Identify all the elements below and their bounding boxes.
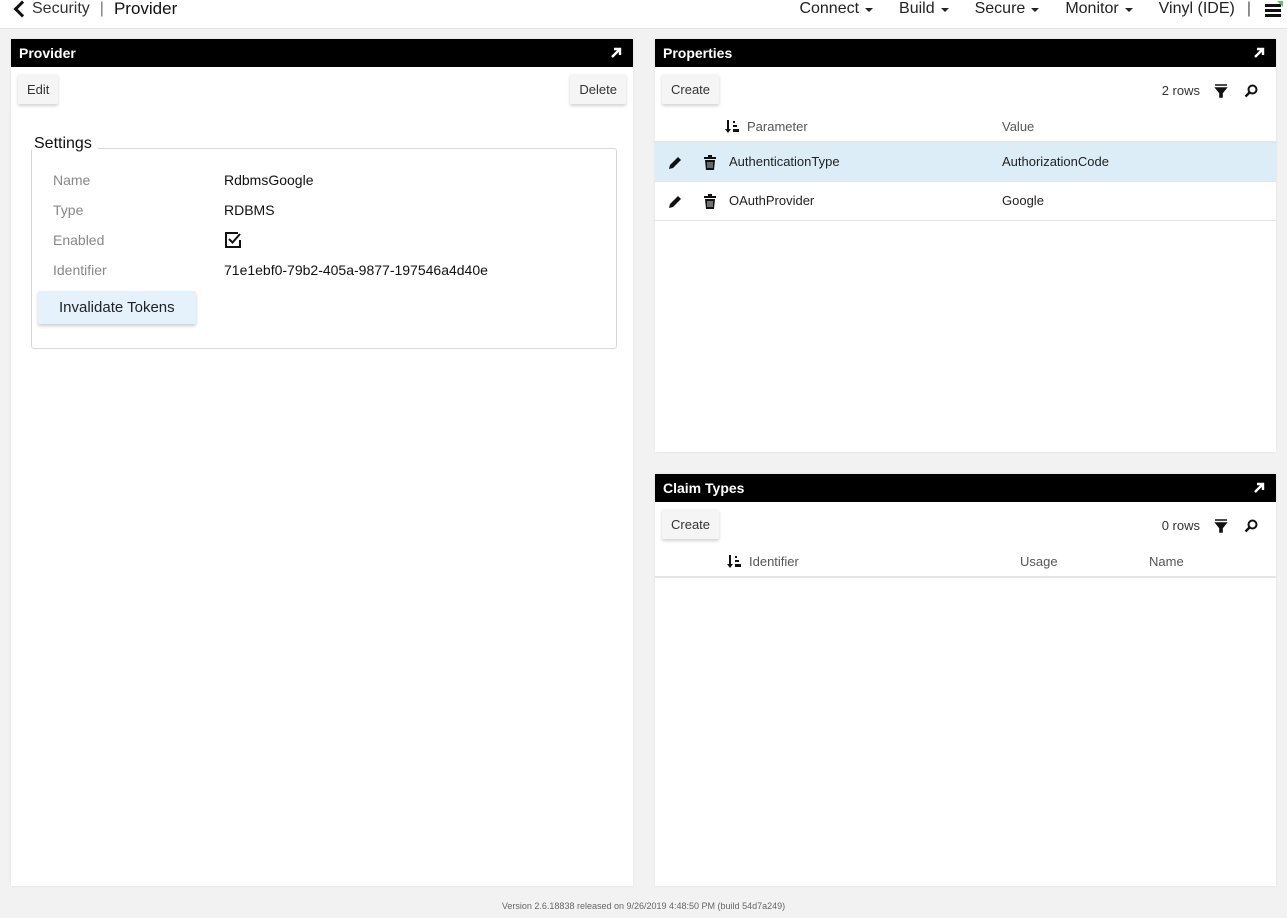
field-label: Enabled [53, 232, 105, 248]
provider-panel-title: Provider [19, 45, 76, 61]
chevron-left-icon[interactable] [12, 0, 26, 18]
nav-build-label: Build [899, 0, 935, 17]
table-toolbar: 0 rows [1162, 518, 1258, 533]
hamburger-menu-icon[interactable] [1265, 0, 1283, 18]
expand-icon[interactable] [1252, 46, 1266, 60]
trash-icon[interactable] [702, 194, 718, 210]
caret-down-icon [940, 8, 949, 12]
nav-connect-label: Connect [799, 0, 860, 17]
caret-down-icon [1031, 8, 1040, 12]
breadcrumb: Security | Provider [12, 0, 177, 20]
claim-types-panel: Claim Types Create 0 rows Identifier Usa… [655, 474, 1276, 886]
nav-secure-label: Secure [974, 0, 1026, 17]
field-label: Name [53, 172, 91, 188]
settings-legend: Settings [32, 135, 98, 153]
nav-build[interactable]: Build [899, 0, 949, 18]
field-name: Name RdbmsGoogle [53, 170, 314, 190]
column-label: Identifier [749, 554, 799, 569]
column-header-identifier[interactable]: Identifier [727, 554, 799, 569]
cell-value: AuthorizationCode [1002, 154, 1109, 169]
caret-down-icon [1124, 8, 1133, 12]
field-label: Identifier [53, 262, 107, 278]
nav-separator: | [1246, 0, 1251, 17]
field-identifier: Identifier 71e1ebf0-79b2-405a-9877-19754… [53, 260, 488, 280]
nav-vinyl-ide[interactable]: Vinyl (IDE) [1159, 0, 1235, 18]
nav-connect[interactable]: Connect [799, 0, 874, 18]
delete-button[interactable]: Delete [570, 74, 626, 104]
edit-button[interactable]: Edit [18, 74, 59, 104]
sort-descending-icon [727, 554, 741, 569]
field-label: Type [53, 202, 84, 218]
table-header: Parameter Value [655, 111, 1276, 143]
column-header-name[interactable]: Name [1149, 554, 1184, 569]
field-value: RDBMS [224, 202, 275, 218]
properties-panel-header: Properties [655, 39, 1276, 67]
field-value: RdbmsGoogle [224, 172, 314, 188]
filter-icon[interactable] [1214, 83, 1228, 98]
properties-panel: Properties Create 2 rows Parameter Value [655, 39, 1276, 452]
column-label: Usage [1020, 554, 1058, 569]
filter-icon[interactable] [1214, 518, 1228, 533]
column-label: Parameter [747, 119, 808, 134]
create-property-button[interactable]: Create [662, 74, 720, 104]
cell-parameter: OAuthProvider [729, 193, 815, 208]
row-count: 2 rows [1161, 83, 1200, 98]
row-count: 0 rows [1161, 518, 1200, 533]
column-header-parameter[interactable]: Parameter [725, 119, 808, 134]
field-type: Type RDBMS [53, 200, 275, 220]
breadcrumb-security-link[interactable]: Security [32, 0, 90, 18]
caret-down-icon [865, 8, 874, 12]
nav-monitor[interactable]: Monitor [1065, 0, 1133, 18]
nav-vinyl-ide-label: Vinyl (IDE) [1158, 0, 1235, 17]
claim-types-panel-header: Claim Types [655, 474, 1276, 502]
settings-group: Settings Name RdbmsGoogle Type RDBMS Ena… [31, 135, 617, 349]
invalidate-tokens-button[interactable]: Invalidate Tokens [38, 291, 196, 324]
top-bar: Security | Provider Connect Build Secure… [0, 0, 1287, 29]
properties-panel-title: Properties [663, 45, 733, 61]
create-claim-type-button[interactable]: Create [662, 509, 720, 539]
search-icon[interactable] [1244, 519, 1258, 533]
field-enabled: Enabled [53, 230, 242, 250]
table-header: Identifier Usage Name [655, 546, 1276, 578]
column-label: Name [1149, 554, 1184, 569]
main-nav: Connect Build Secure Monitor Vinyl (IDE)… [799, 0, 1287, 20]
table-toolbar: 2 rows [1162, 83, 1258, 98]
checkbox-checked-icon [224, 231, 242, 249]
search-icon[interactable] [1244, 84, 1258, 98]
cell-parameter: AuthenticationType [729, 154, 840, 169]
column-header-usage[interactable]: Usage [1020, 554, 1058, 569]
expand-icon[interactable] [1252, 481, 1266, 495]
expand-icon[interactable] [609, 46, 623, 60]
claim-types-panel-title: Claim Types [663, 480, 745, 496]
sort-descending-icon [725, 119, 739, 134]
field-value: 71e1ebf0-79b2-405a-9877-197546a4d40e [224, 262, 488, 278]
table-row[interactable]: OAuthProvider Google [655, 182, 1276, 221]
trash-icon[interactable] [702, 155, 718, 171]
version-footer: Version 2.6.18838 released on 9/26/2019 … [501, 901, 786, 911]
table-row[interactable]: AuthenticationType AuthorizationCode [655, 143, 1276, 182]
nav-secure[interactable]: Secure [975, 0, 1040, 18]
nav-monitor-label: Monitor [1065, 0, 1119, 17]
column-header-value[interactable]: Value [1002, 119, 1034, 134]
pencil-icon[interactable] [667, 155, 683, 171]
page-title: Provider [113, 0, 178, 18]
provider-panel-header: Provider [11, 39, 633, 67]
provider-panel: Provider Edit Delete Settings Name Rdbms… [11, 39, 633, 886]
pencil-icon[interactable] [667, 194, 683, 210]
column-label: Value [1002, 119, 1035, 134]
breadcrumb-separator: | [99, 0, 104, 17]
cell-value: Google [1002, 193, 1044, 208]
